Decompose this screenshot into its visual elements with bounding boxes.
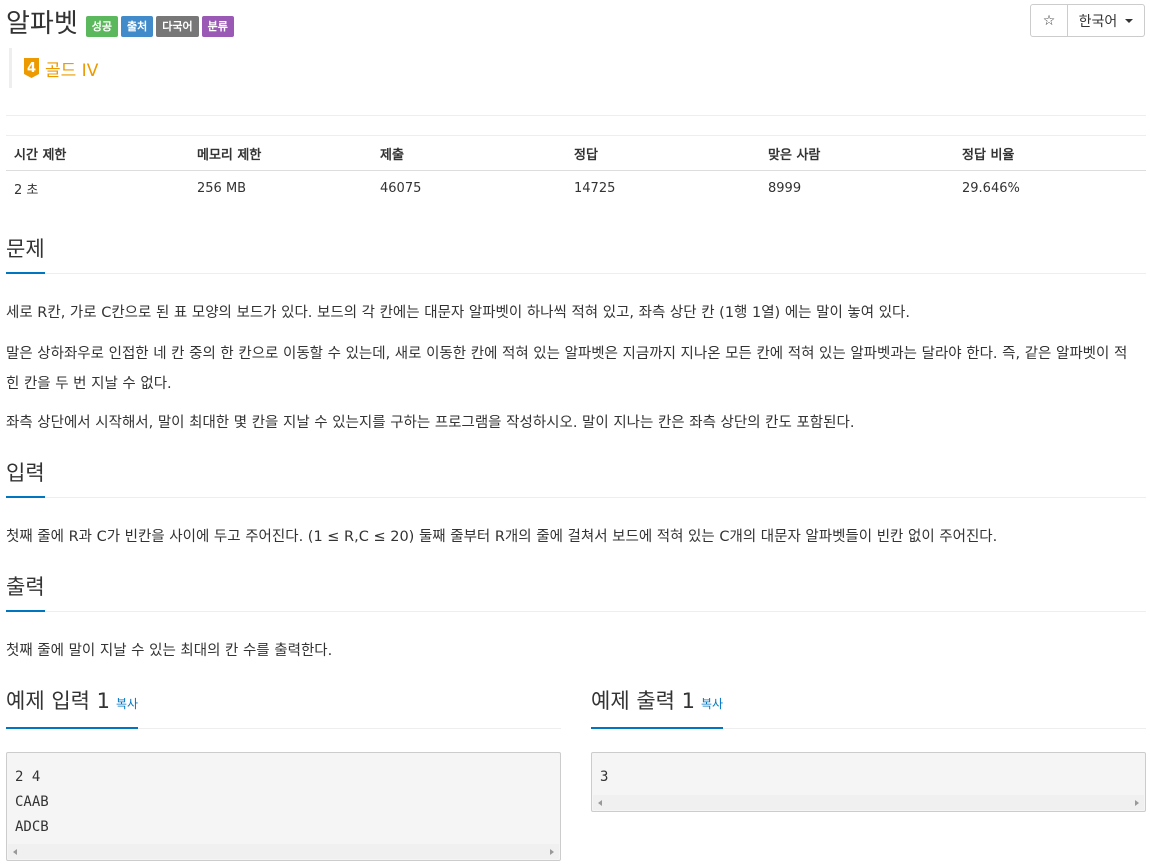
star-icon: ☆ — [1042, 12, 1056, 29]
info-header: 맞은 사람 — [760, 135, 954, 171]
info-header: 제출 — [372, 135, 566, 171]
sample-input-box[interactable]: 2 4 CAAB ADCB — [6, 752, 561, 861]
scroll-right-icon[interactable] — [550, 849, 554, 855]
sample-input-title: 예제 입력 1 복사 — [6, 686, 139, 729]
code-line: ADCB — [15, 819, 49, 835]
description-header: 문제 — [6, 234, 1146, 274]
info-value: 46075 — [380, 180, 422, 196]
star-button[interactable]: ☆ — [1030, 4, 1068, 37]
sample-output-box[interactable]: 3 — [591, 752, 1146, 812]
sample-input-title-text: 예제 입력 1 — [6, 689, 110, 713]
description-paragraph: 말은 상하좌우로 인접한 네 칸 중의 한 칸으로 이동할 수 있는데, 새로 … — [6, 346, 1128, 392]
sample-output-title: 예제 출력 1 복사 — [591, 686, 724, 729]
input-paragraph: 첫째 줄에 R과 C가 빈칸을 사이에 두고 주어진다. (1 ≤ R,C ≤ … — [6, 529, 998, 545]
output-header: 출력 — [6, 572, 1146, 612]
sample-output-title-text: 예제 출력 1 — [591, 689, 695, 713]
sample-output-header: 예제 출력 1 복사 — [591, 686, 1146, 729]
description-paragraph: 좌측 상단에서 시작해서, 말이 최대한 몇 칸을 지날 수 있는지를 구하는 … — [6, 415, 855, 431]
info-header: 정답 — [566, 135, 760, 171]
code-line: 3 — [600, 769, 609, 785]
input-header: 입력 — [6, 458, 1146, 498]
language-label: 한국어 — [1078, 13, 1118, 30]
sample-input-header: 예제 입력 1 복사 — [6, 686, 561, 729]
description-paragraph: 세로 R칸, 가로 C칸으로 된 표 모양의 보드가 있다. 보드의 각 칸에는… — [6, 305, 910, 321]
sample-output-code: 3 — [592, 753, 1145, 794]
info-header: 메모리 제한 — [189, 135, 372, 171]
info-value: 256 MB — [197, 180, 247, 196]
description-title: 문제 — [6, 234, 45, 274]
code-line: CAAB — [15, 794, 49, 810]
horizontal-scrollbar[interactable] — [593, 795, 1144, 810]
label-category[interactable]: 분류 — [201, 15, 234, 37]
info-value: 29.646% — [962, 180, 1020, 196]
input-title: 입력 — [6, 458, 45, 498]
info-header-row: 시간 제한 메모리 제한 제출 정답 맞은 사람 정답 비율 — [6, 135, 1146, 171]
info-header: 시간 제한 — [6, 135, 189, 171]
scroll-left-icon[interactable] — [13, 849, 17, 855]
top-buttons: ☆ 한국어 — [1030, 4, 1145, 37]
copy-output-button[interactable]: 복사 — [701, 697, 723, 711]
header-divider — [6, 115, 1146, 116]
problem-info-table: 시간 제한 메모리 제한 제출 정답 맞은 사람 정답 비율 2 초 256 M… — [6, 135, 1146, 206]
code-line: 2 4 — [15, 769, 41, 785]
info-value: 8999 — [768, 180, 802, 196]
tier-badge-icon: 4 — [24, 58, 39, 78]
caret-down-icon — [1125, 18, 1134, 23]
section-divider — [6, 273, 1146, 274]
copy-input-button[interactable]: 복사 — [116, 697, 138, 711]
output-title: 출력 — [6, 572, 45, 612]
label-multilang[interactable]: 다국어 — [156, 15, 199, 37]
info-value-row: 2 초 256 MB 46075 14725 8999 29.646% — [6, 171, 1146, 206]
tier-row: 4 골드 IV — [9, 48, 409, 88]
sample-input-code: 2 4 CAAB ADCB — [7, 753, 560, 844]
section-divider — [6, 611, 1146, 612]
page-title: 알파벳 — [6, 9, 78, 39]
language-dropdown[interactable]: 한국어 — [1068, 4, 1145, 37]
info-value: 2 초 — [14, 182, 39, 198]
info-value: 14725 — [574, 180, 616, 196]
title-row: 알파벳 성공 출처 다국어 분류 — [6, 4, 237, 44]
section-divider — [6, 497, 1146, 498]
horizontal-scrollbar[interactable] — [8, 844, 559, 859]
scroll-left-icon[interactable] — [598, 800, 602, 806]
info-header: 정답 비율 — [954, 135, 1146, 171]
tier-label[interactable]: 골드 IV — [45, 56, 98, 81]
output-paragraph: 첫째 줄에 말이 지날 수 있는 최대의 칸 수를 출력한다. — [6, 643, 333, 659]
label-source[interactable]: 출처 — [121, 15, 154, 37]
label-list: 성공 출처 다국어 분류 — [85, 15, 237, 37]
label-success[interactable]: 성공 — [85, 15, 119, 37]
scroll-right-icon[interactable] — [1135, 800, 1139, 806]
